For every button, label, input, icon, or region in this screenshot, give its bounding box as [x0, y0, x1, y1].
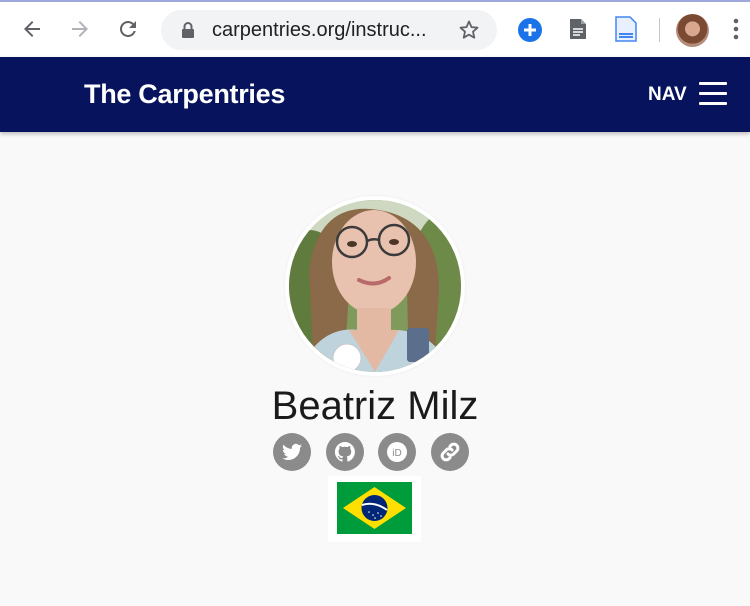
doc-extension-icon[interactable] — [615, 16, 637, 47]
profile-avatar[interactable] — [676, 14, 709, 47]
toolbar-separator — [659, 18, 660, 42]
orcid-icon[interactable]: iD — [378, 433, 416, 471]
star-icon[interactable] — [457, 18, 481, 47]
site-brand-link[interactable]: The Carpentries — [84, 78, 285, 110]
more-menu-icon[interactable] — [733, 18, 739, 45]
brazil-flag — [337, 482, 412, 534]
lock-icon — [181, 21, 195, 44]
back-arrow-icon[interactable] — [18, 15, 46, 43]
profile-name: Beatriz Milz — [271, 384, 479, 428]
site-header: The Carpentries NAV — [0, 57, 750, 132]
nav-label[interactable]: NAV — [648, 84, 687, 106]
document-icon[interactable] — [569, 18, 587, 45]
address-bar[interactable]: carpentries.org/instruc... — [161, 10, 497, 50]
svg-text:iD: iD — [392, 448, 401, 459]
add-extension-icon[interactable] — [517, 17, 543, 48]
reload-icon[interactable] — [114, 15, 142, 43]
browser-toolbar: carpentries.org/instruc... — [0, 0, 750, 57]
link-icon[interactable] — [431, 433, 469, 471]
github-icon[interactable] — [326, 433, 364, 471]
forward-arrow-icon[interactable] — [66, 15, 94, 43]
profile-photo-frame — [285, 196, 465, 376]
profile-photo — [289, 200, 461, 372]
country-flag-frame — [328, 476, 421, 542]
twitter-icon[interactable] — [273, 433, 311, 471]
url-text: carpentries.org/instruc... — [212, 19, 427, 41]
hamburger-menu-icon[interactable] — [699, 81, 727, 107]
